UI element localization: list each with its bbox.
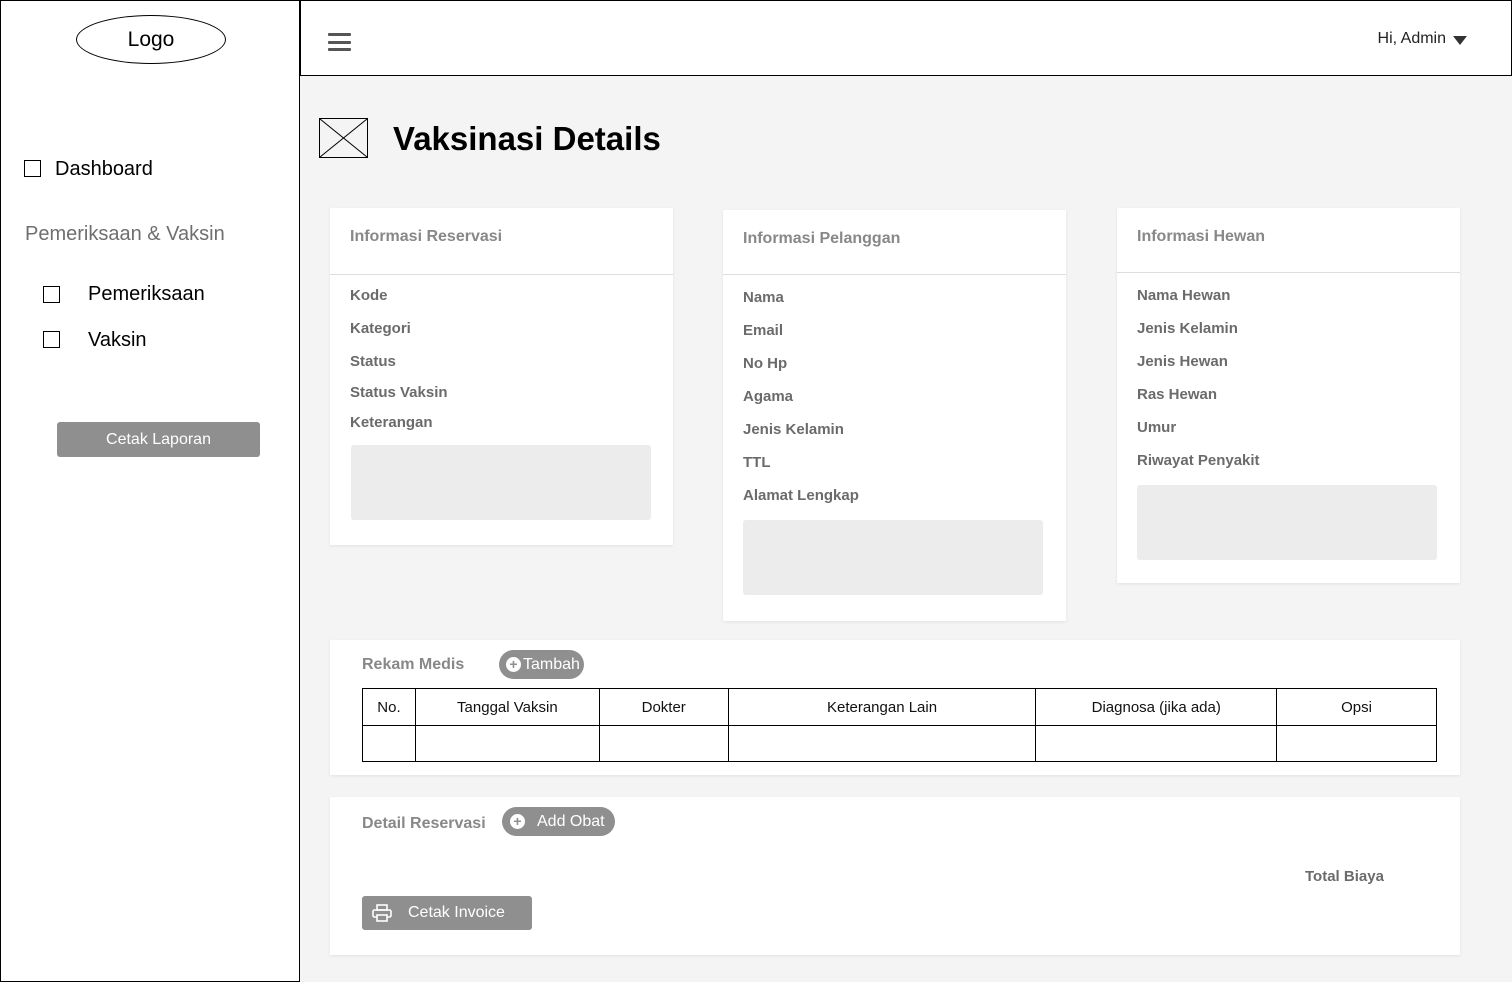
field-jenis-hewan: Jenis Hewan — [1137, 353, 1228, 370]
tambah-label: Tambah — [523, 655, 580, 673]
cetak-invoice-button[interactable]: Cetak Invoice — [362, 896, 532, 930]
vaksin-checkbox-icon — [43, 331, 60, 348]
column-header: Opsi — [1276, 688, 1437, 726]
table-row — [362, 725, 1437, 762]
page-title: Vaksinasi Details — [393, 120, 661, 157]
table-cell — [362, 725, 416, 762]
field-status: Status — [350, 353, 396, 370]
plus-circle-icon: + — [510, 814, 525, 829]
alamat-textarea[interactable] — [743, 520, 1043, 595]
informasi-reservasi-card: Informasi Reservasi Kode Kategori Status… — [330, 208, 673, 545]
field-email: Email — [743, 322, 784, 339]
field-nama-hewan: Nama Hewan — [1137, 287, 1231, 304]
table-cell — [414, 725, 600, 762]
field-jenis-kelamin: Jenis Kelamin — [743, 421, 844, 438]
user-menu[interactable]: Hi, Admin — [1378, 30, 1467, 48]
column-header: Keterangan Lain — [727, 688, 1037, 726]
column-header: Diagnosa (jika ada) — [1035, 688, 1278, 726]
caret-down-icon — [1453, 35, 1467, 45]
hamburger-menu-icon[interactable] — [328, 33, 351, 51]
field-agama: Agama — [743, 388, 794, 405]
sidebar: Logo Dashboard Pemeriksaan & Vaksin Peme… — [0, 0, 300, 982]
divider — [1117, 272, 1460, 273]
table-cell — [1276, 725, 1437, 762]
field-ras-hewan: Ras Hewan — [1137, 386, 1218, 403]
card-title: Informasi Pelanggan — [743, 230, 901, 247]
field-nama: Nama — [743, 289, 784, 306]
tambah-button[interactable]: + Tambah — [499, 650, 584, 679]
add-obat-label: Add Obat — [537, 812, 605, 830]
plus-circle-icon: + — [506, 657, 521, 672]
section-title: Detail Reservasi — [362, 815, 486, 832]
top-header: Hi, Admin — [300, 0, 1512, 76]
total-biaya-label: Total Biaya — [1305, 868, 1384, 885]
printer-icon — [372, 904, 392, 922]
keterangan-textarea[interactable] — [351, 445, 651, 520]
table-cell — [1035, 725, 1278, 762]
column-header: No. — [362, 688, 416, 726]
column-header: Tanggal Vaksin — [414, 688, 600, 726]
pemeriksaan-checkbox-icon — [43, 286, 60, 303]
sidebar-item-pemeriksaan[interactable]: Pemeriksaan — [88, 283, 205, 306]
rekam-medis-table: No. Tanggal Vaksin Dokter Keterangan Lai… — [362, 688, 1437, 762]
field-jenis-kelamin: Jenis Kelamin — [1137, 320, 1238, 337]
field-kategori: Kategori — [350, 320, 411, 337]
column-header: Dokter — [598, 688, 729, 726]
sidebar-section-label: Pemeriksaan & Vaksin — [25, 223, 225, 245]
user-greeting: Hi, Admin — [1377, 30, 1446, 47]
divider — [330, 274, 673, 275]
informasi-pelanggan-card: Informasi Pelanggan Nama Email No Hp Aga… — [723, 210, 1066, 621]
divider — [723, 274, 1066, 275]
rekam-medis-card: Rekam Medis + Tambah No. Tanggal Vaksin … — [330, 640, 1460, 775]
field-ttl: TTL — [743, 454, 771, 471]
field-keterangan: Keterangan — [350, 414, 433, 431]
field-riwayat-penyakit: Riwayat Penyakit — [1137, 452, 1260, 469]
card-title: Informasi Hewan — [1137, 228, 1266, 245]
dashboard-checkbox-icon — [24, 160, 41, 177]
add-obat-button[interactable]: + Add Obat — [502, 807, 615, 836]
section-title: Rekam Medis — [362, 656, 465, 673]
table-cell — [598, 725, 729, 762]
table-cell — [727, 725, 1037, 762]
field-alamat-lengkap: Alamat Lengkap — [743, 487, 859, 504]
detail-reservasi-card: Detail Reservasi + Add Obat Total Biaya … — [330, 797, 1460, 955]
image-placeholder-icon — [319, 118, 368, 158]
card-title: Informasi Reservasi — [350, 228, 503, 245]
sidebar-item-dashboard[interactable]: Dashboard — [55, 158, 153, 181]
cetak-invoice-label: Cetak Invoice — [408, 904, 505, 921]
logo: Logo — [76, 15, 226, 64]
cetak-laporan-button[interactable]: Cetak Laporan — [57, 422, 260, 457]
table-header-row: No. Tanggal Vaksin Dokter Keterangan Lai… — [362, 688, 1437, 726]
informasi-hewan-card: Informasi Hewan Nama Hewan Jenis Kelamin… — [1117, 208, 1460, 583]
sidebar-item-vaksin[interactable]: Vaksin — [88, 329, 147, 352]
field-status-vaksin: Status Vaksin — [350, 384, 448, 401]
riwayat-textarea[interactable] — [1137, 485, 1437, 560]
field-umur: Umur — [1137, 419, 1177, 436]
field-kode: Kode — [350, 287, 388, 304]
field-no-hp: No Hp — [743, 355, 788, 372]
